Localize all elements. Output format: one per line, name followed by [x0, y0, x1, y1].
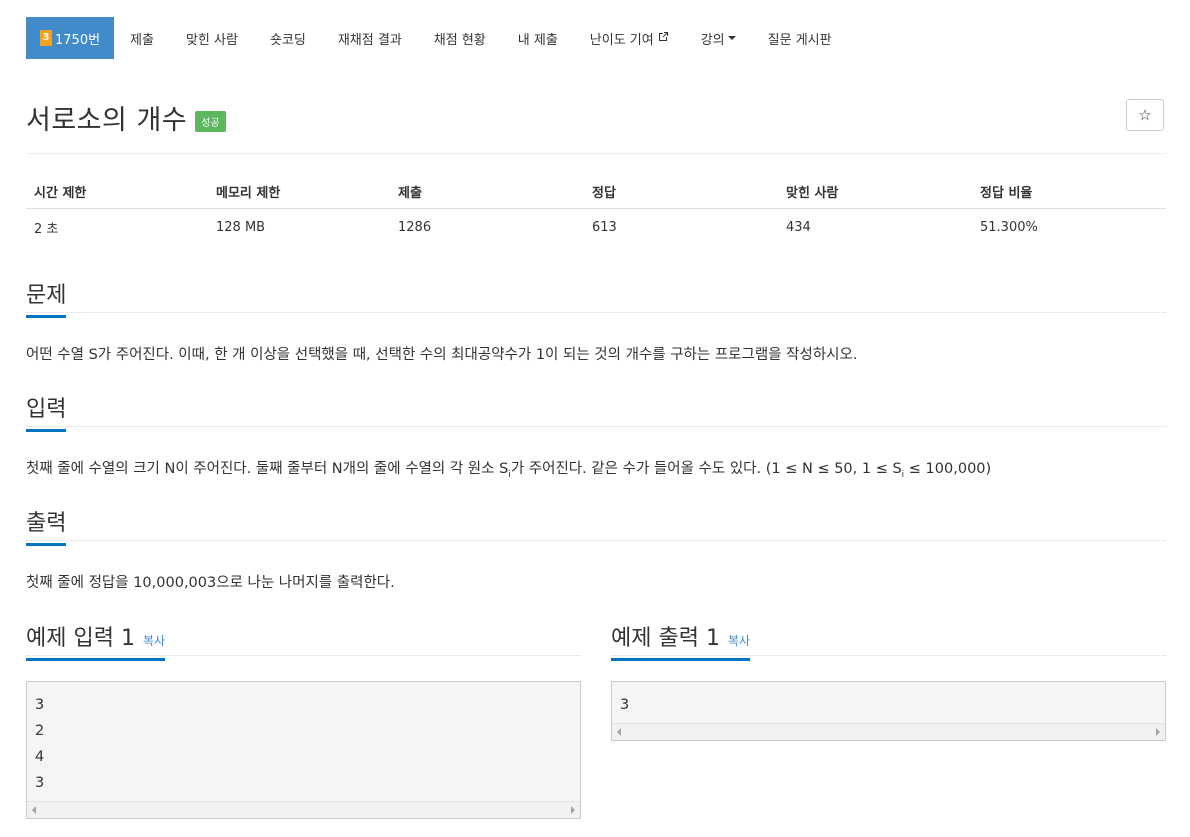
- input-heading: 입력: [26, 391, 67, 432]
- title-divider: [26, 153, 1166, 154]
- sample-input-content: 3 2 4 3: [35, 697, 45, 791]
- horizontal-scrollbar[interactable]: [27, 801, 580, 818]
- header-accepted: 정답: [592, 185, 616, 201]
- horizontal-scrollbar[interactable]: [612, 723, 1165, 740]
- caret-down-icon: [727, 36, 736, 40]
- level-badge-icon: 3: [40, 30, 52, 46]
- nav-lectures-dropdown[interactable]: 강의: [685, 17, 752, 59]
- nav-solvers[interactable]: 맞힌 사람: [170, 17, 254, 59]
- nav-short-coding[interactable]: 숏코딩: [254, 17, 322, 59]
- sample-input-heading: 예제 입력 1: [26, 626, 135, 651]
- nav-difficulty-contribution[interactable]: 난이도 기여: [574, 17, 685, 59]
- scroll-right-icon[interactable]: [571, 806, 575, 814]
- table-row: 2 초 128 MB 1286 613 434 51.300%: [26, 209, 1166, 245]
- input-section-header: 입력: [26, 391, 1166, 432]
- favorite-button[interactable]: ☆: [1126, 99, 1164, 131]
- problem-number-label: 1750번: [55, 32, 101, 48]
- scroll-left-icon[interactable]: [32, 806, 36, 814]
- problem-page: 3 1750번 제출 맞힌 사람 숏코딩 재채점 결과 채점 현황 내 제출 난…: [0, 0, 1190, 837]
- scroll-right-icon[interactable]: [1156, 728, 1160, 736]
- header-solvers: 맞힌 사람: [786, 185, 839, 201]
- sample-output-heading: 예제 출력 1: [611, 626, 720, 651]
- copy-sample-input-button[interactable]: 복사: [143, 634, 165, 648]
- sample-output-header: 예제 출력 1 복사: [611, 620, 1166, 661]
- value-ratio: 51.300%: [980, 219, 1038, 235]
- sample-output-content: 3: [620, 697, 630, 713]
- value-accepted: 613: [592, 219, 617, 235]
- header-ratio: 정답 비율: [980, 185, 1033, 201]
- header-memory-limit: 메모리 제한: [216, 185, 281, 201]
- output-section-header: 출력: [26, 505, 1166, 546]
- nav-status[interactable]: 채점 현황: [418, 17, 502, 59]
- nav-lectures-label: 강의: [700, 32, 725, 48]
- external-link-icon: [658, 31, 669, 45]
- sample-input-header: 예제 입력 1 복사: [26, 620, 581, 661]
- value-memory-limit: 128 MB: [216, 219, 266, 235]
- sample-output-box[interactable]: 3: [611, 681, 1166, 741]
- nav-submit[interactable]: 제출: [114, 17, 170, 59]
- value-time-limit: 2 초: [34, 221, 59, 237]
- nav-problem-number[interactable]: 3 1750번: [26, 17, 115, 59]
- input-description: 첫째 줄에 수열의 크기 N이 주어진다. 둘째 줄부터 N개의 줄에 수열의 …: [26, 461, 992, 480]
- value-submissions: 1286: [398, 219, 432, 235]
- nav-rejudge-results[interactable]: 재채점 결과: [322, 17, 418, 59]
- problem-description: 어떤 수열 S가 주어진다. 이때, 한 개 이상을 선택했을 때, 선택한 수…: [26, 347, 858, 363]
- title-row: 서로소의 개수 성공: [26, 98, 226, 137]
- sample-input-box[interactable]: 3 2 4 3: [26, 681, 581, 819]
- scroll-left-icon[interactable]: [617, 728, 621, 736]
- copy-sample-output-button[interactable]: 복사: [728, 634, 750, 648]
- output-description: 첫째 줄에 정답을 10,000,003으로 나눈 나머지를 출력한다.: [26, 575, 395, 591]
- problem-heading: 문제: [26, 277, 67, 318]
- nav-difficulty-label: 난이도 기여: [589, 32, 654, 48]
- header-time-limit: 시간 제한: [34, 185, 87, 201]
- page-title: 서로소의 개수: [26, 105, 188, 136]
- table-header-row: 시간 제한 메모리 제한 제출 정답 맞힌 사람 정답 비율: [26, 174, 1166, 209]
- nav-question-board[interactable]: 질문 게시판: [752, 17, 848, 59]
- value-solvers: 434: [786, 219, 811, 235]
- nav-my-submissions[interactable]: 내 제출: [502, 17, 574, 59]
- problem-info-table: 시간 제한 메모리 제한 제출 정답 맞힌 사람 정답 비율 2 초 128 M…: [26, 174, 1166, 245]
- problem-section-header: 문제: [26, 277, 1166, 318]
- output-heading: 출력: [26, 505, 67, 546]
- status-badge: 성공: [195, 111, 226, 132]
- star-icon: ☆: [1138, 106, 1152, 124]
- header-submissions: 제출: [398, 185, 422, 201]
- problem-menu: 3 1750번 제출 맞힌 사람 숏코딩 재채점 결과 채점 현황 내 제출 난…: [26, 17, 848, 59]
